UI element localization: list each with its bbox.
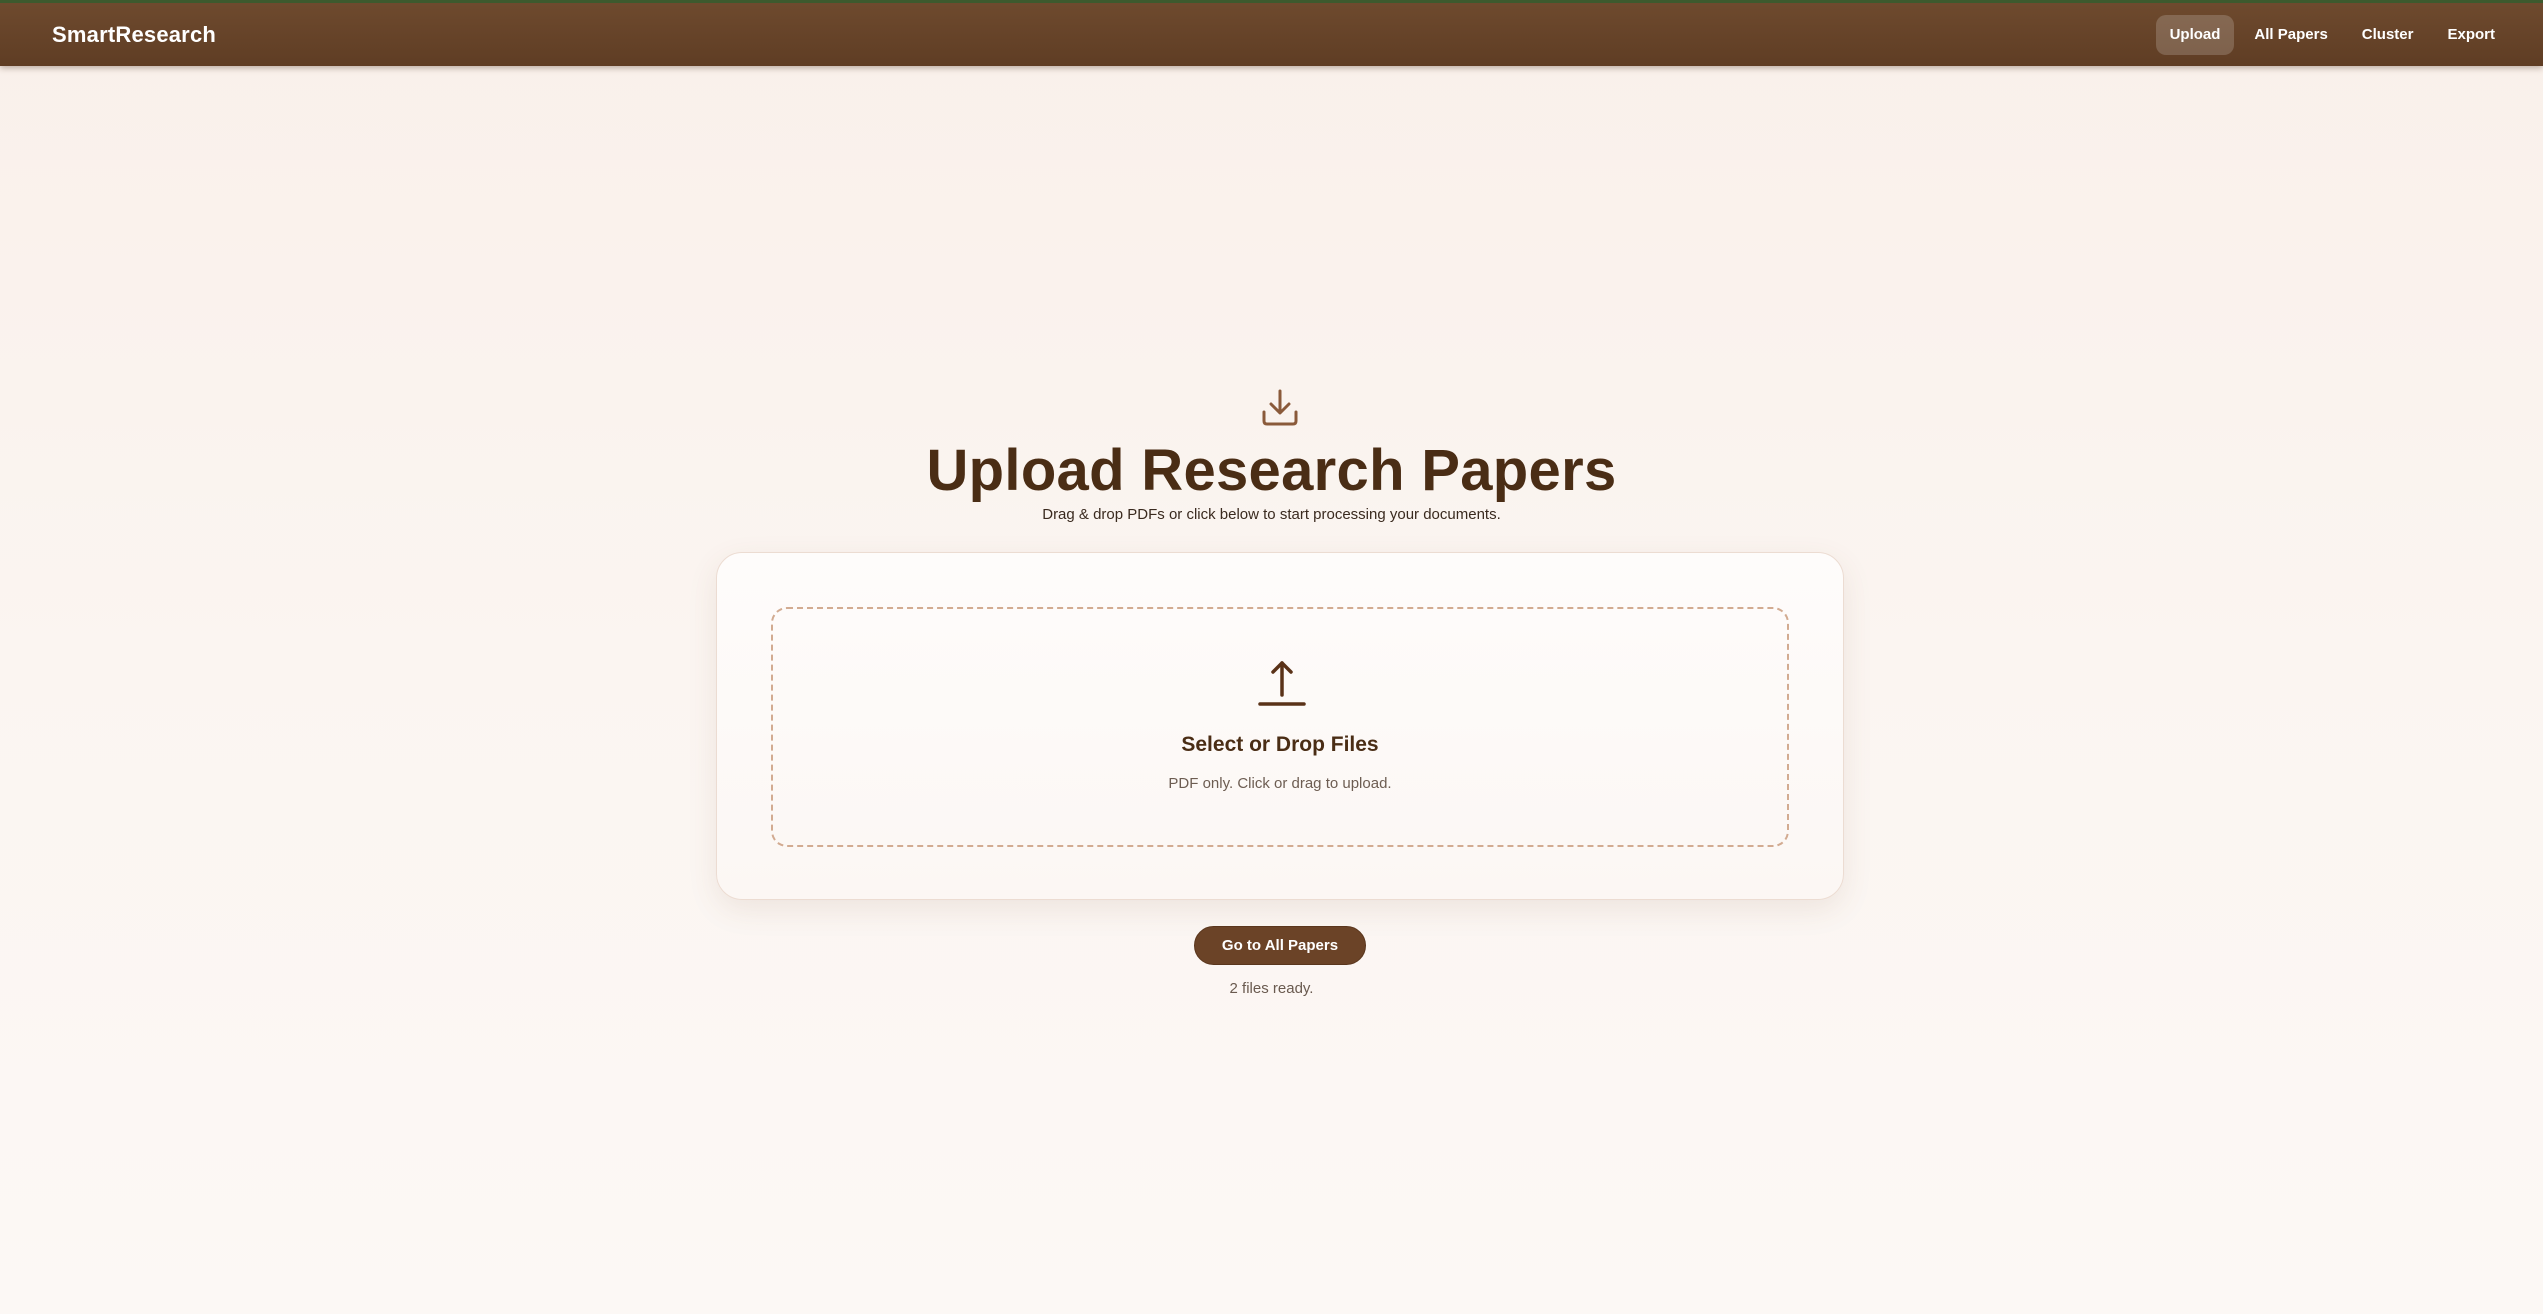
main-nav: Upload All Papers Cluster Export bbox=[2150, 15, 2509, 55]
dropzone-hint: PDF only. Click or drag to upload. bbox=[1168, 775, 1392, 792]
page-subtitle: Drag & drop PDFs or click below to start… bbox=[1042, 506, 1501, 523]
page-title: Upload Research Papers bbox=[926, 438, 1617, 503]
nav-item-cluster[interactable]: Cluster bbox=[2348, 15, 2428, 55]
download-tray-icon bbox=[1260, 388, 1300, 428]
nav-item-upload[interactable]: Upload bbox=[2155, 15, 2235, 55]
top-navbar: SmartResearch Upload All Papers Cluster … bbox=[0, 0, 2543, 66]
dropzone-title: Select or Drop Files bbox=[1181, 733, 1379, 756]
file-dropzone[interactable]: Select or Drop Files PDF only. Click or … bbox=[771, 607, 1789, 847]
upload-arrow-icon bbox=[1257, 659, 1307, 709]
upload-card: Select or Drop Files PDF only. Click or … bbox=[716, 552, 1844, 900]
go-to-all-papers-button[interactable]: Go to All Papers bbox=[1194, 926, 1366, 965]
brand-logo[interactable]: SmartResearch bbox=[52, 22, 216, 48]
nav-item-all-papers[interactable]: All Papers bbox=[2240, 15, 2341, 55]
files-ready-status: 2 files ready. bbox=[1229, 980, 1314, 997]
nav-item-export[interactable]: Export bbox=[2433, 15, 2509, 55]
